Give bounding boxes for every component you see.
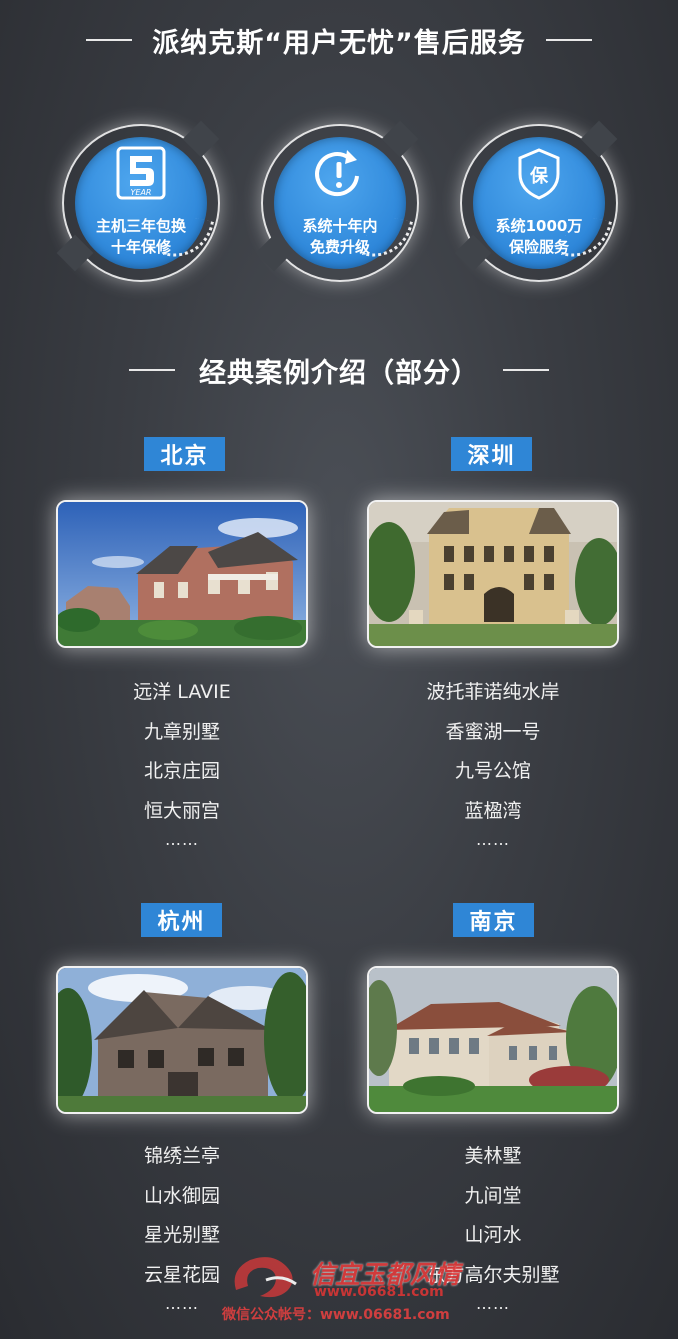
five-year-icon: YEAR: [110, 146, 172, 202]
city-tag-nanjing: 南京: [453, 903, 534, 937]
case-photo-beijing: [56, 500, 308, 648]
watermark: 信宜玉都风情 www.06681.com 微信公众帐号：www.06681.co…: [222, 1250, 672, 1330]
service-title-text: 派纳克斯“用户无忧”售后服务: [152, 27, 526, 59]
badge-line1: 系统十年内: [302, 217, 378, 235]
list-more: ……: [165, 830, 199, 849]
title-left-rule: [129, 369, 175, 371]
case-photo-hangzhou: [56, 966, 308, 1114]
city-tag-beijing: 北京: [144, 437, 225, 471]
badge-line2: 十年保修: [110, 238, 171, 256]
badge-line2: 保险服务: [508, 238, 569, 256]
case-photo-shenzhen: [367, 500, 619, 648]
list-item: 山水御园: [143, 1184, 220, 1207]
watermark-url: www.06681.com: [314, 1284, 444, 1300]
city-tag-hangzhou: 杭州: [141, 903, 222, 937]
title-right-rule: [503, 369, 549, 371]
list-item: 九间堂: [464, 1184, 522, 1207]
list-item: 北京庄园: [143, 760, 220, 782]
case-list-shenzhen: 波托菲诺纯水岸 香蜜湖一号 九号公馆 蓝楹湾 ……: [348, 673, 638, 855]
badge-line1: 主机三年包换: [95, 217, 186, 235]
svg-text:YEAR: YEAR: [131, 188, 152, 197]
service-badge-insurance: 保 系统1000万 保险服务: [454, 120, 618, 282]
badge-line1: 系统1000万: [495, 217, 583, 235]
title-right-rule: [545, 39, 592, 41]
svg-text:保: 保: [529, 165, 549, 187]
upgrade-clock-icon: [309, 146, 371, 202]
badge-line2: 免费升级: [309, 238, 370, 256]
service-section-title: 派纳克斯“用户无忧”售后服务: [0, 18, 678, 62]
service-badge-upgrade: 系统十年内 免费升级: [255, 120, 419, 282]
city-tag-shenzhen: 深圳: [451, 437, 532, 471]
cases-title-text: 经典案例介绍（部分）: [199, 357, 479, 389]
watermark-logo-icon: [234, 1257, 297, 1298]
cases-section-title: 经典案例介绍（部分）: [0, 348, 678, 392]
list-item: 九号公馆: [454, 760, 531, 782]
list-more: ……: [476, 830, 510, 849]
shield-insurance-icon: 保: [508, 146, 570, 202]
list-item: 波托菲诺纯水岸: [426, 681, 560, 703]
service-badge-warranty: YEAR 主机三年包换 十年保修: [56, 120, 220, 282]
case-list-beijing: 远洋 LAVIE 九章别墅 北京庄园 恒大丽宫 ……: [37, 673, 327, 855]
list-item: 美林墅: [464, 1145, 522, 1167]
list-item: 远洋 LAVIE: [133, 681, 231, 703]
list-item: 香蜜湖一号: [445, 720, 541, 743]
list-item: 锦绣兰亭: [143, 1145, 220, 1167]
case-photo-nanjing: [367, 966, 619, 1114]
list-item: 九章别墅: [143, 720, 220, 743]
list-item: 蓝楹湾: [464, 799, 522, 822]
list-item: 恒大丽宫: [143, 799, 220, 822]
watermark-wechat: 微信公众帐号：www.06681.com: [222, 1307, 450, 1323]
title-left-rule: [86, 39, 133, 41]
